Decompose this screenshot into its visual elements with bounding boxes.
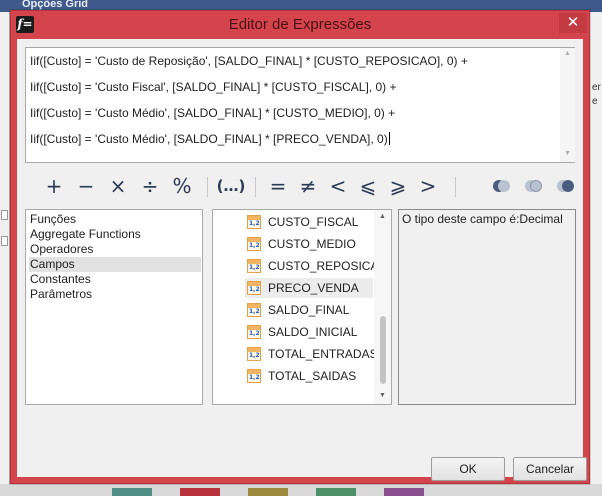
field-item[interactable]: 1,2 PRECO_VENDA <box>245 278 373 298</box>
field-item[interactable]: 1,2 SALDO_FINAL <box>245 300 373 320</box>
background-fragment: e <box>592 96 598 107</box>
scroll-up-icon[interactable]: ▲ <box>379 213 386 220</box>
field-list-scrollbar[interactable]: ▲ ▼ <box>374 210 391 404</box>
or-icon[interactable] <box>525 180 543 193</box>
numeric-field-icon: 1,2 <box>247 237 261 251</box>
less-equal-operator-button[interactable]: ⩽ <box>355 173 381 199</box>
expression-editor-dialog: f= Editor de Expressões ✕ Iif([Custo] = … <box>10 10 590 484</box>
background-left-strip <box>0 12 10 496</box>
window-frame-right <box>583 39 589 483</box>
expression-line: Iif([Custo] = 'Custo Médio', [SALDO_FINA… <box>30 106 396 120</box>
dialog-body: Iif([Custo] = 'Custo de Reposição', [SAL… <box>17 39 587 481</box>
numeric-field-icon: 1,2 <box>247 347 261 361</box>
text-caret <box>388 132 390 145</box>
background-swatch <box>248 488 288 496</box>
minus-operator-button[interactable]: − <box>73 173 99 199</box>
divide-operator-button[interactable]: ÷ <box>137 173 163 199</box>
field-name: CUSTO_MEDIO <box>268 237 356 251</box>
expression-line: Iif([Custo] = 'Custo de Reposição', [SAL… <box>30 54 468 68</box>
scroll-up-icon[interactable]: ▲ <box>564 50 571 57</box>
scroll-down-icon[interactable]: ▼ <box>379 392 386 399</box>
field-list[interactable]: 1,2 CUSTO_FISCAL 1,2 CUSTO_MEDIO 1,2 CUS… <box>212 209 392 405</box>
category-item-campos[interactable]: Campos <box>29 257 201 272</box>
expression-line: Iif([Custo] = 'Custo Médio', [SALDO_FINA… <box>30 132 390 146</box>
and-icon[interactable] <box>493 180 511 193</box>
field-name: PRECO_VENDA <box>268 281 359 295</box>
field-item[interactable]: 1,2 SALDO_INICIAL <box>245 322 373 342</box>
modulo-operator-button[interactable]: % <box>169 173 195 199</box>
field-name: CUSTO_REPOSICAO <box>268 259 388 273</box>
field-name: SALDO_INICIAL <box>268 325 358 339</box>
expression-scrollbar[interactable]: ▲ ▼ <box>560 48 575 162</box>
numeric-field-icon: 1,2 <box>247 325 261 339</box>
background-swatch <box>316 488 356 496</box>
numeric-field-icon: 1,2 <box>247 303 261 317</box>
operator-toolbar: + − × ÷ % (…) = ≠ < ⩽ ⩾ > <box>25 173 575 201</box>
ok-button[interactable]: OK <box>431 457 505 481</box>
scrollbar-thumb[interactable] <box>380 316 386 384</box>
category-item-funcoes[interactable]: Funções <box>29 212 201 227</box>
field-name: TOTAL_ENTRADAS <box>268 347 378 361</box>
expression-textarea[interactable]: Iif([Custo] = 'Custo de Reposição', [SAL… <box>25 47 575 163</box>
background-bottom-strip <box>0 484 602 496</box>
expression-line-text: Iif([Custo] = 'Custo Médio', [SALDO_FINA… <box>30 132 388 146</box>
field-item[interactable]: 1,2 TOTAL_SAIDAS <box>245 366 373 386</box>
equal-operator-button[interactable]: = <box>265 173 291 199</box>
field-name: SALDO_FINAL <box>268 303 350 317</box>
category-item-aggregate-functions[interactable]: Aggregate Functions <box>29 227 201 242</box>
less-than-operator-button[interactable]: < <box>325 173 351 199</box>
toolbar-separator <box>255 177 256 197</box>
background-swatch <box>180 488 220 496</box>
category-list[interactable]: Funções Aggregate Functions Operadores C… <box>25 209 203 405</box>
plus-operator-button[interactable]: + <box>41 173 67 199</box>
greater-equal-operator-button[interactable]: ⩾ <box>385 173 411 199</box>
background-swatch <box>112 488 152 496</box>
parentheses-button[interactable]: (…) <box>215 173 247 199</box>
category-item-parametros[interactable]: Parâmetros <box>29 287 201 302</box>
numeric-field-icon: 1,2 <box>247 259 261 273</box>
title-bar[interactable]: f= Editor de Expressões ✕ <box>11 11 589 39</box>
description-panel: O tipo deste campo é:Decimal <box>398 209 576 405</box>
field-name: CUSTO_FISCAL <box>268 215 359 229</box>
toolbar-separator <box>455 177 456 197</box>
scroll-down-icon[interactable]: ▼ <box>564 150 571 157</box>
numeric-field-icon: 1,2 <box>247 215 261 229</box>
expression-line: Iif([Custo] = 'Custo Fiscal', [SALDO_FIN… <box>30 80 397 94</box>
dialog-title: Editor de Expressões <box>228 16 372 33</box>
background-fragment: er <box>592 82 601 93</box>
field-name: TOTAL_SAIDAS <box>268 369 357 383</box>
close-button[interactable]: ✕ <box>559 13 587 33</box>
category-item-constantes[interactable]: Constantes <box>29 272 201 287</box>
field-item[interactable]: 1,2 TOTAL_ENTRADAS <box>245 344 378 364</box>
category-item-operadores[interactable]: Operadores <box>29 242 201 257</box>
background-right-strip: er e <box>590 12 602 496</box>
toolbar-separator <box>207 177 208 197</box>
field-item[interactable]: 1,2 CUSTO_REPOSICAO <box>245 256 388 276</box>
multiply-operator-button[interactable]: × <box>105 173 131 199</box>
field-item[interactable]: 1,2 CUSTO_MEDIO <box>245 234 373 254</box>
not-icon[interactable] <box>557 180 575 193</box>
numeric-field-icon: 1,2 <box>247 369 261 383</box>
numeric-field-icon: 1,2 <box>247 281 261 295</box>
description-text: O tipo deste campo é:Decimal <box>402 212 563 226</box>
greater-than-operator-button[interactable]: > <box>415 173 441 199</box>
background-marker <box>1 236 8 246</box>
background-app-label: Opções Grid <box>22 0 89 10</box>
background-swatch <box>384 488 424 496</box>
cancel-button[interactable]: Cancelar <box>513 457 587 481</box>
not-equal-operator-button[interactable]: ≠ <box>295 173 321 199</box>
background-marker <box>1 210 8 220</box>
field-item[interactable]: 1,2 CUSTO_FISCAL <box>245 212 373 232</box>
